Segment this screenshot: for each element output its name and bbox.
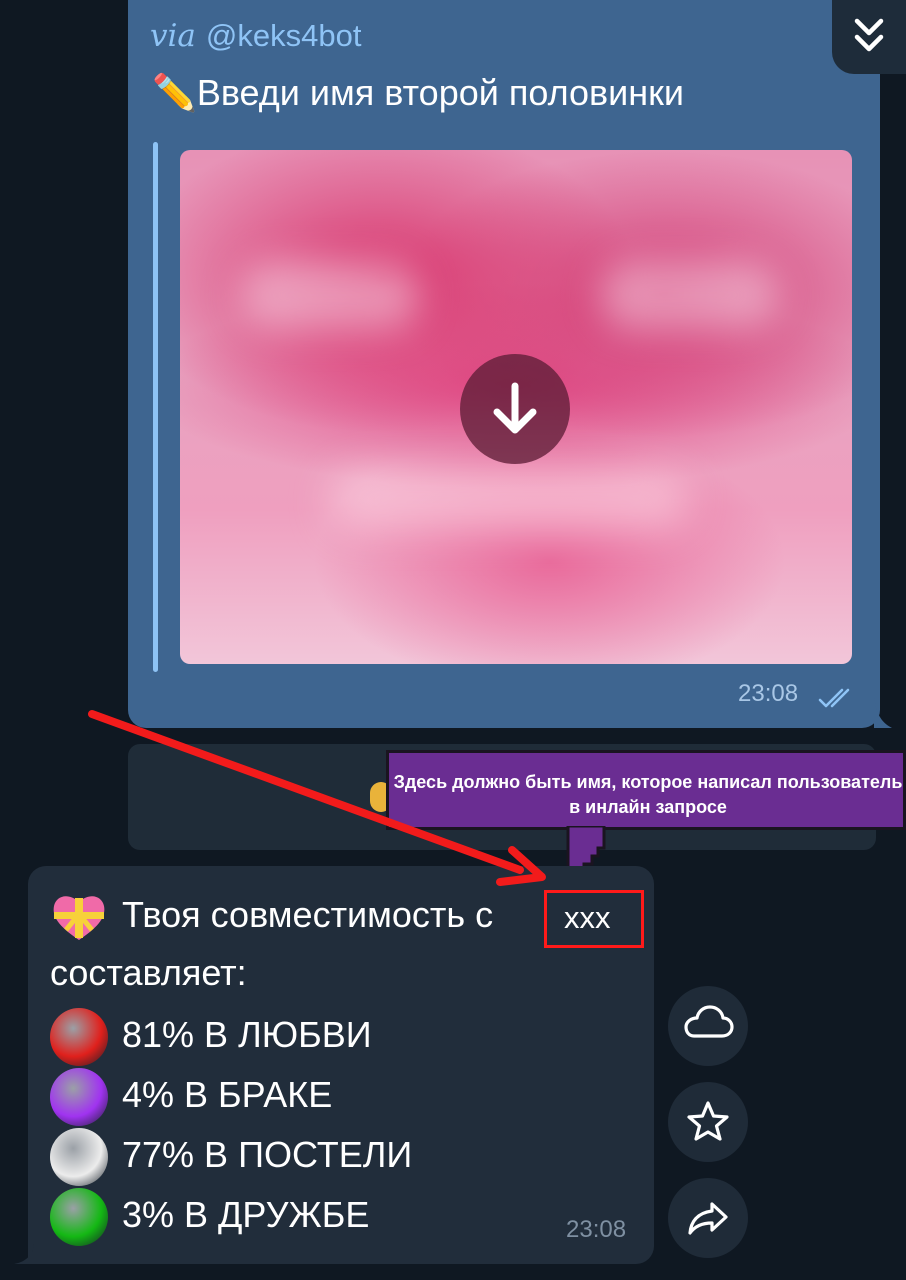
quote-bar bbox=[153, 142, 158, 672]
share-icon bbox=[688, 1202, 728, 1235]
tooltip-text: Здесь должно быть имя, которое написал п… bbox=[393, 772, 903, 817]
compatibility-text: Твоя совместимость с bbox=[122, 894, 494, 935]
bubble-tail bbox=[874, 690, 892, 728]
scroll-down-button[interactable] bbox=[832, 0, 906, 74]
image-blur-detail bbox=[330, 470, 690, 530]
double-chevron-down-icon bbox=[854, 18, 884, 52]
gift-heart-icon bbox=[53, 896, 105, 940]
read-receipt-icon bbox=[818, 688, 850, 708]
download-arrow-icon bbox=[493, 382, 537, 434]
message-time: 23:08 bbox=[738, 680, 799, 707]
star-icon bbox=[687, 1101, 729, 1141]
via-bot-label[interactable]: via @keks4bot bbox=[150, 18, 361, 54]
image-blur-detail bbox=[240, 260, 420, 330]
stat-text: 81% В ЛЮБВИ bbox=[122, 1014, 372, 1055]
download-button[interactable] bbox=[460, 354, 570, 464]
message-time: 23:08 bbox=[566, 1216, 627, 1243]
via-label: via bbox=[150, 18, 196, 54]
stat-dot-icon bbox=[50, 1128, 108, 1186]
stat-text: 3% В ДРУЖБЕ bbox=[122, 1194, 370, 1235]
message-title: ✏️Введи имя второй половинки bbox=[152, 72, 684, 113]
favorite-button[interactable] bbox=[668, 1082, 748, 1162]
cloud-icon bbox=[684, 1005, 734, 1038]
share-button[interactable] bbox=[668, 1178, 748, 1258]
highlight-box bbox=[544, 890, 644, 948]
stat-text: 4% В БРАКЕ bbox=[122, 1074, 333, 1115]
stat-dot-icon bbox=[50, 1008, 108, 1066]
stat-text: 77% В ПОСТЕЛИ bbox=[122, 1134, 413, 1175]
stat-dot-icon bbox=[50, 1068, 108, 1126]
bubble-tail bbox=[14, 1244, 34, 1264]
bot-username-link[interactable]: @keks4bot bbox=[206, 18, 362, 53]
stat-dot-icon bbox=[50, 1188, 108, 1246]
image-blur-detail bbox=[600, 260, 780, 330]
save-to-cloud-button[interactable] bbox=[668, 986, 748, 1066]
compatibility-text-continued: составляет: bbox=[50, 952, 247, 993]
